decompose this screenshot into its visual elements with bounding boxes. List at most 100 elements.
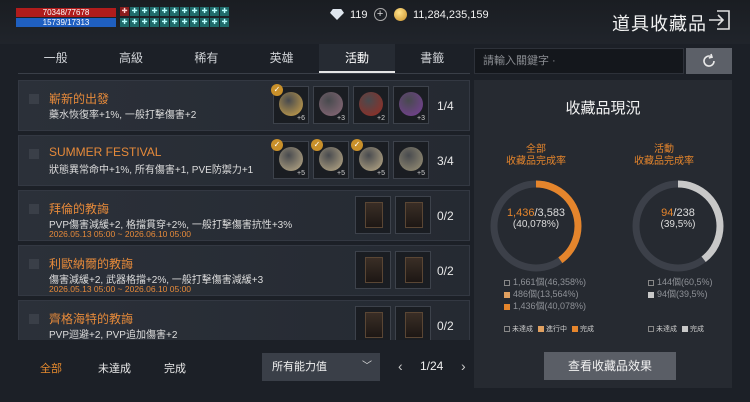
buff-icon[interactable]: ✚ [190,7,199,16]
collection-effect: 藥水恢復率+1%, 一般打擊傷害+2 [49,110,197,121]
search-input[interactable] [474,48,684,74]
buff-icon[interactable]: ✚ [210,7,219,16]
buff-icon[interactable]: ✚ [140,7,149,16]
collection-item-slot[interactable] [355,306,391,340]
item-enhance-level: +2 [377,115,385,122]
all-legend-inprogress: 486個(13,564%) [513,289,579,299]
buff-icon[interactable]: ✚ [180,7,189,16]
top-bar: 70348/77678 15739/17313 ✚ ✚ ✚ ✚ ✚ ✚ ✚ ✚ ✚ ✚ ✚ ✚ ✚ ✚ ✚ ✚… [0,0,750,44]
view-collection-effects-button[interactable]: 查看收藏品效果 [544,352,676,380]
event-stat-heading: 活動 收藏品完成率 [614,144,714,168]
row-marker [29,149,39,159]
buff-icon[interactable]: ✚ [130,18,139,27]
buff-icon[interactable]: ✚ [160,7,169,16]
collection-row[interactable]: 拜倫的教誨 PVP傷害減緩+2, 格擋貫穿+2%, 一般打擊傷害抗性+3% 2026… [18,190,470,241]
buff-icon[interactable]: ✚ [170,18,179,27]
exit-icon[interactable] [708,9,732,31]
buff-icon[interactable]: ✚ [140,18,149,27]
buff-icon[interactable]: ✚ [220,18,229,27]
filter-complete[interactable]: 完成 [164,360,186,376]
collection-item-slot[interactable] [395,196,431,234]
event-donut-label: 94/238 (39,5%) [628,207,728,230]
collection-title: SUMMER FESTIVAL [49,145,162,159]
chevron-down-icon: ﹀ [362,361,372,372]
collection-item-slot[interactable]: +3 [393,86,429,124]
collection-date: 2026.05.13 05:00 ~ 2026.06.10 05:00 [49,339,191,340]
category-tabs: 一般 高級 稀有 英雄 活動 書籤 [18,44,470,74]
event-key-complete: 完成 [690,326,704,333]
item-enhance-level: +5 [337,170,345,177]
collection-list: 嶄新的出發 藥水恢復率+1%, 一般打擊傷害+2 1/4 +6 ✓ +3 +2 +3 SUMME… [18,80,470,340]
all-legend-incomplete: 1,661個(46,358%) [513,277,587,287]
buff-icon[interactable]: ✚ [160,18,169,27]
tab-normal[interactable]: 一般 [18,44,93,73]
buff-icon[interactable]: ✚ [170,7,179,16]
all-stat-heading: 全部 收藏品完成率 [486,144,586,168]
collection-effect: PVP迴避+2, PVP追加傷害+2 [49,330,178,340]
collection-row[interactable]: SUMMER FESTIVAL 狀態異常命中+1%, 所有傷害+1, PVE防禦力… [18,135,470,186]
collection-date: 2026.05.13 05:00 ~ 2026.06.10 05:00 [49,284,192,294]
collection-item-slot[interactable] [355,251,391,289]
next-page-button[interactable]: › [461,358,466,374]
collection-item-slot[interactable]: +5 ✓ [311,139,349,179]
tab-hero[interactable]: 英雄 [244,44,319,73]
page-title: 道具收藏品 [612,14,707,34]
dropdown-value: 所有能力值 [272,361,327,373]
card-icon [405,202,423,228]
collection-item-slot[interactable]: +2 [353,86,389,124]
collection-title: 齊格海特的教誨 [49,312,134,326]
buff-icon[interactable]: ✚ [200,18,209,27]
event-subheading: 收藏品完成率 [634,156,694,167]
buff-icon[interactable]: ✚ [130,7,139,16]
buff-icon[interactable]: ✚ [220,7,229,16]
row-marker [29,204,39,214]
tab-event[interactable]: 活動 [319,44,395,73]
refresh-button[interactable] [686,48,732,74]
key-inprogress: 進行中 [546,326,567,333]
all-subheading: 收藏品完成率 [506,156,566,167]
collection-items: +6 ✓ +3 +2 +3 [271,84,429,124]
item-icon [279,147,303,171]
collection-row[interactable]: 嶄新的出發 藥水恢復率+1%, 一般打擊傷害+2 1/4 +6 ✓ +3 +2 +3 [18,80,470,131]
collection-date: 2026.05.13 05:00 ~ 2026.06.10 05:00 [49,229,192,239]
buff-icon[interactable]: ✚ [150,18,159,27]
collection-item-slot[interactable] [395,306,431,340]
buff-icon[interactable]: ✚ [120,7,129,16]
event-total: /238 [673,207,695,219]
add-diamond-icon[interactable]: + [373,8,387,21]
tab-bookmark[interactable]: 書籤 [395,44,470,73]
buff-icon[interactable]: ✚ [180,18,189,27]
card-icon [365,257,383,283]
buff-icon[interactable]: ✚ [210,18,219,27]
event-percent: (39,5%) [660,219,696,230]
buff-icon[interactable]: ✚ [150,7,159,16]
collection-item-slot[interactable]: +5 ✓ [351,139,389,179]
filter-incomplete[interactable]: 未達成 [98,360,131,376]
event-color-key: 未達成 完成 [648,324,704,334]
all-heading: 全部 [526,144,546,155]
buff-icon[interactable]: ✚ [200,7,209,16]
collection-status-panel: 收藏品現況 全部 收藏品完成率 活動 收藏品完成率 1,436/3,583 (4… [474,80,732,388]
buff-icon[interactable]: ✚ [190,18,199,27]
collection-item-slot[interactable]: +6 ✓ [271,84,309,124]
tab-advanced[interactable]: 高級 [93,44,168,73]
event-value: 94 [661,207,674,219]
collection-item-slot[interactable] [395,251,431,289]
tab-rare[interactable]: 稀有 [169,44,244,73]
collection-item-slot[interactable] [355,196,391,234]
all-total: /3,583 [534,207,566,219]
collection-row[interactable]: 齊格海特的教誨 PVP迴避+2, PVP追加傷害+22026.05.13 05:0… [18,300,470,340]
stat-filter-dropdown[interactable]: 所有能力值 ﹀ [262,353,380,381]
buff-icon[interactable]: ✚ [120,18,129,27]
check-icon: ✓ [271,139,283,151]
filter-all[interactable]: 全部 [40,360,62,376]
check-icon: ✓ [271,84,283,96]
collection-item-slot[interactable]: +5 ✓ [271,139,309,179]
collection-item-slot[interactable]: +5 [393,141,429,179]
prev-page-button[interactable]: ‹ [398,358,403,374]
row-marker [29,94,39,104]
collection-item-slot[interactable]: +3 [313,86,349,124]
item-enhance-level: +6 [297,115,305,122]
collection-row[interactable]: 利歐納爾的教誨 傷害減緩+2, 武器格擋+2%, 一般打擊傷害減緩+3 2026.0… [18,245,470,296]
event-legend-complete: 94個(39,5%) [657,289,708,299]
